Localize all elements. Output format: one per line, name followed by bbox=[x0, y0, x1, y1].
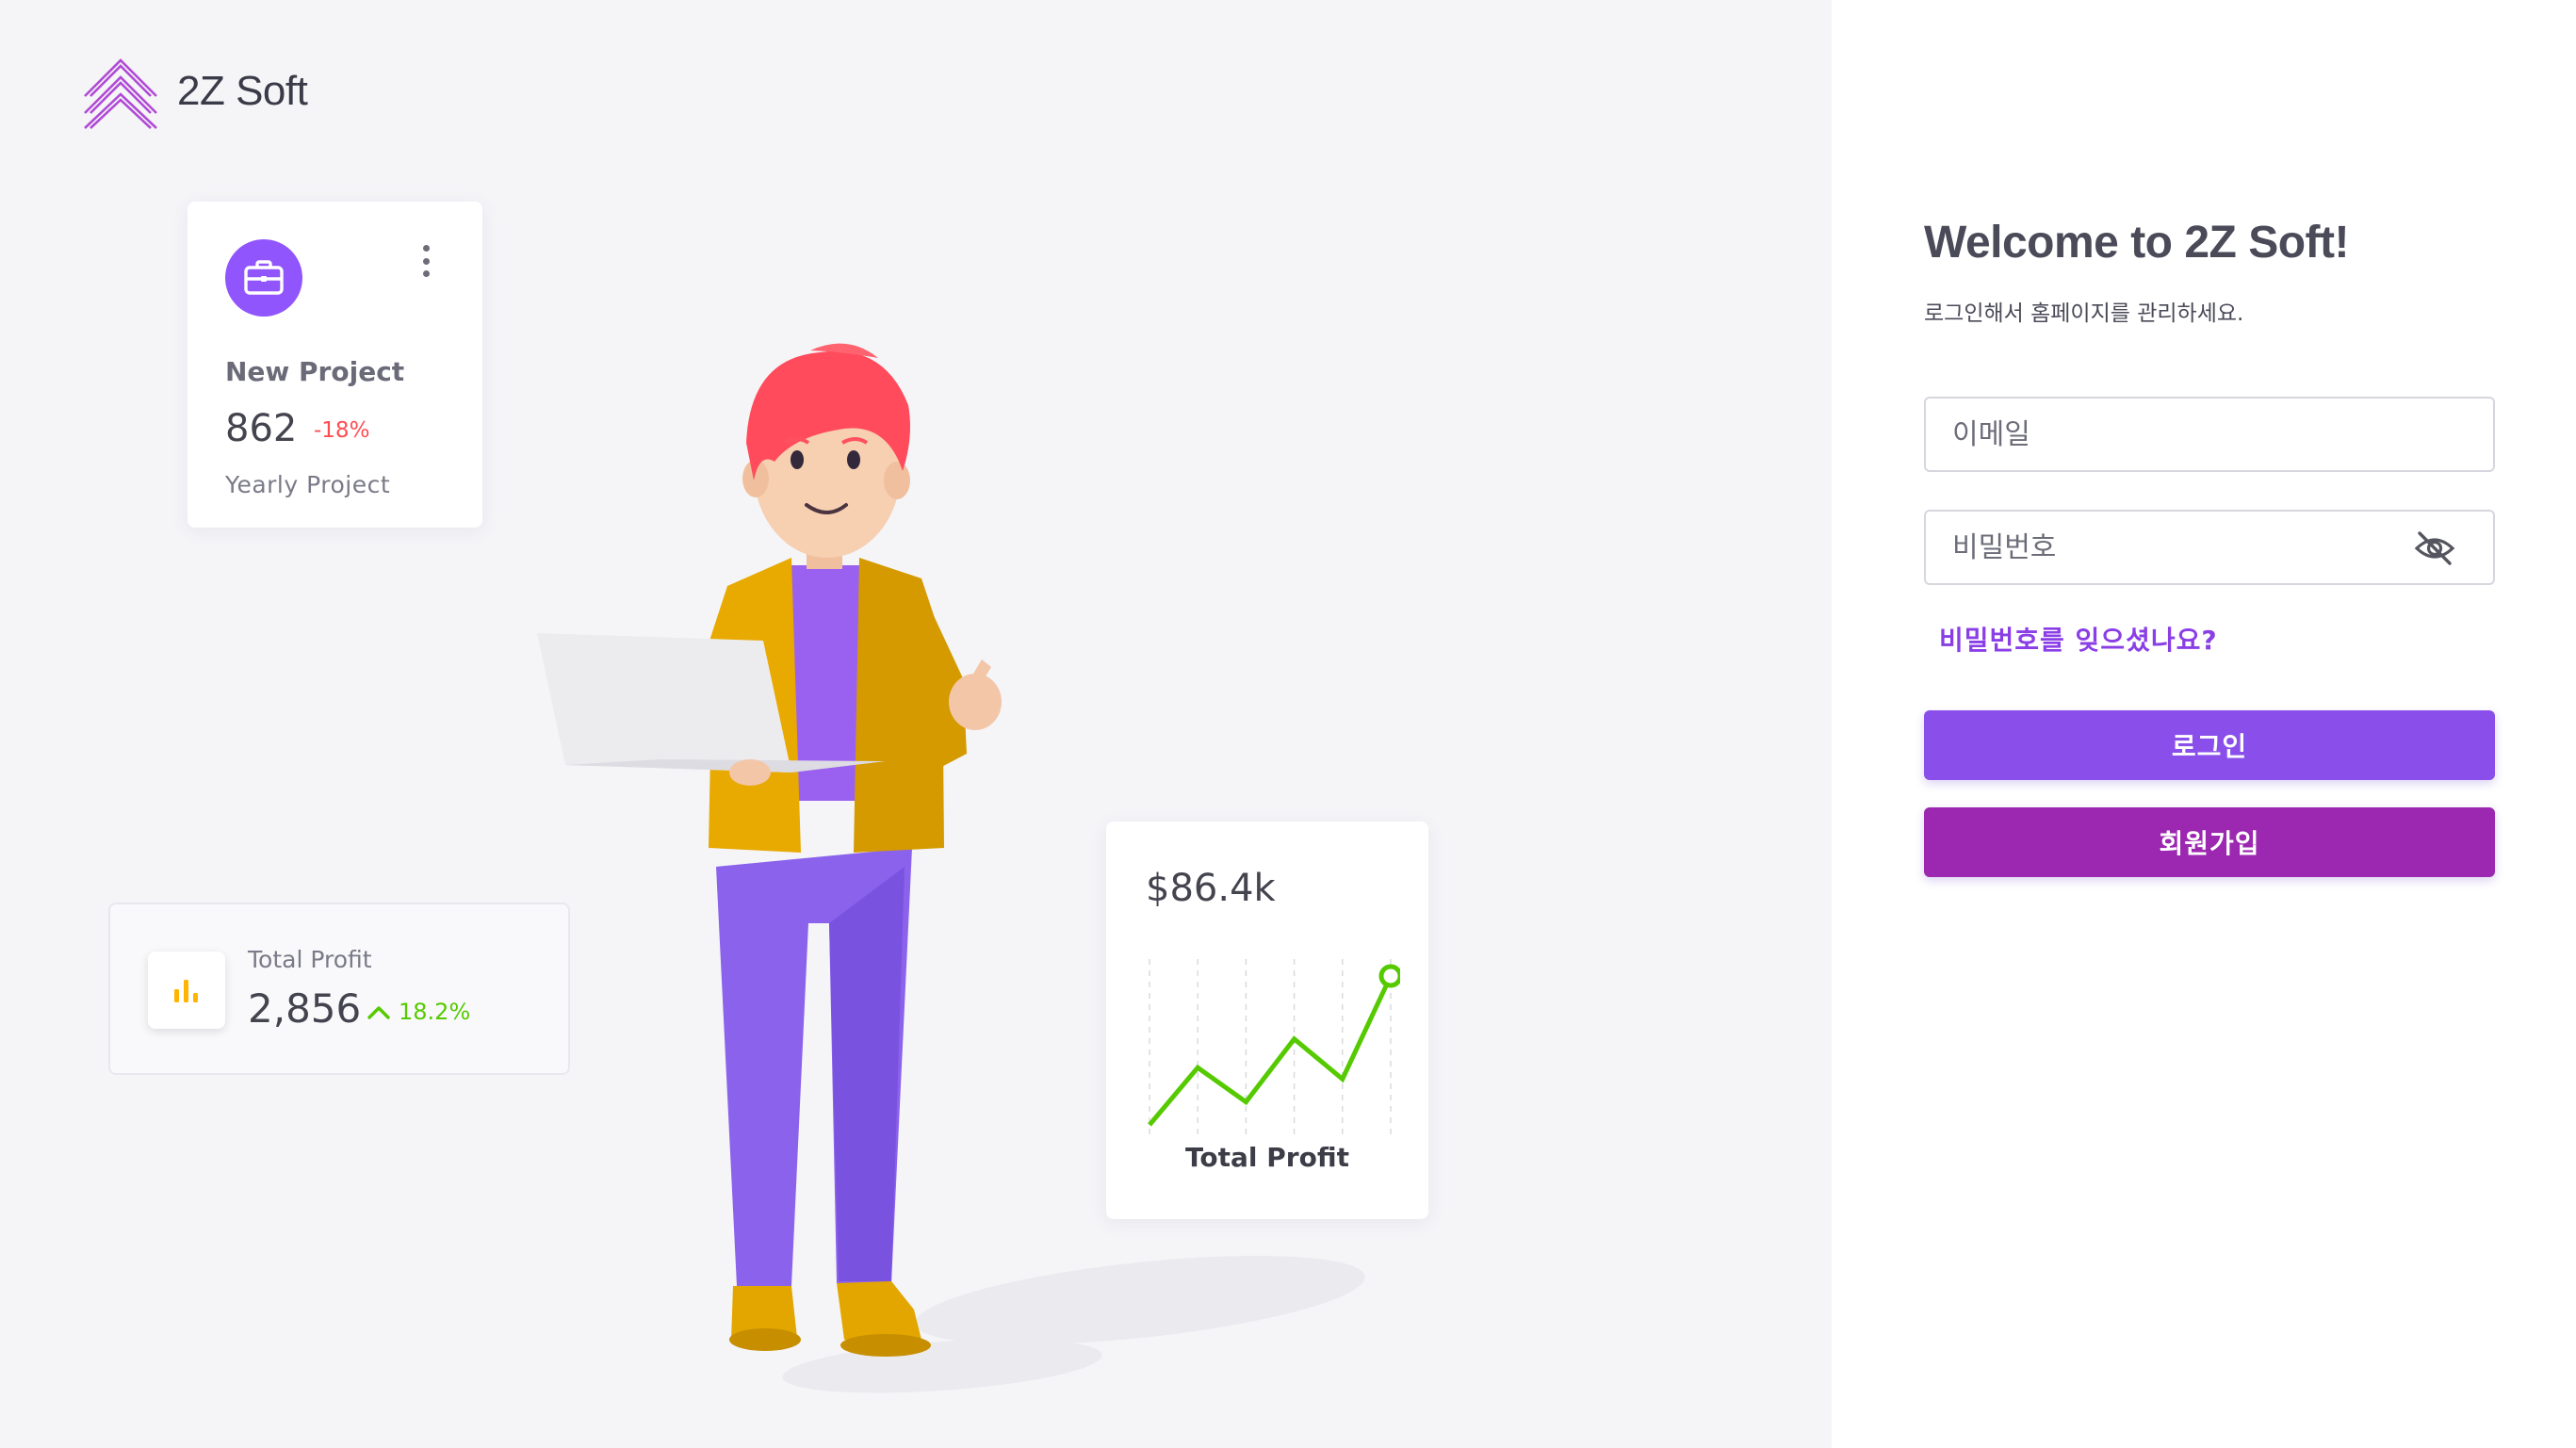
project-card-title: New Project bbox=[225, 356, 405, 387]
eye-off-icon[interactable] bbox=[2412, 529, 2457, 568]
total-profit-label: Total Profit bbox=[248, 946, 372, 973]
brand-name: 2Z Soft bbox=[177, 68, 308, 114]
total-profit-value: 2,856 bbox=[248, 985, 362, 1032]
email-field-wrapper bbox=[1924, 397, 2495, 472]
total-profit-stat-card: Total Profit 2,856 18.2% bbox=[108, 903, 570, 1075]
bar-chart-icon bbox=[148, 952, 225, 1029]
project-card-value: 862 bbox=[225, 407, 298, 450]
brand-logo[interactable]: 2Z Soft bbox=[81, 53, 308, 130]
password-field[interactable] bbox=[1926, 512, 2493, 583]
forgot-password-link[interactable]: 비밀번호를 잊으셨나요? bbox=[1939, 620, 2218, 658]
welcome-title: Welcome to 2Z Soft! bbox=[1924, 218, 2349, 268]
illustration-panel: 2Z Soft New Project 862 -18% Yearly Proj… bbox=[0, 0, 1832, 1448]
total-profit-delta: 18.2% bbox=[367, 999, 470, 1025]
briefcase-icon bbox=[225, 239, 302, 317]
more-options-icon[interactable] bbox=[420, 245, 432, 277]
email-field[interactable] bbox=[1926, 399, 2493, 470]
project-card-subtitle: Yearly Project bbox=[225, 471, 391, 498]
new-project-card: New Project 862 -18% Yearly Project bbox=[187, 202, 482, 528]
login-button[interactable]: 로그인 bbox=[1924, 710, 2495, 780]
password-field-wrapper bbox=[1924, 510, 2495, 585]
character-illustration bbox=[537, 343, 1365, 1393]
signup-button[interactable]: 회원가입 bbox=[1924, 807, 2495, 877]
project-card-delta: -18% bbox=[314, 418, 370, 443]
total-profit-delta-value: 18.2% bbox=[399, 999, 471, 1025]
login-panel: Welcome to 2Z Soft! 로그인해서 홈페이지를 관리하세요. 비… bbox=[1832, 0, 2576, 1448]
chevron-up-icon bbox=[367, 1006, 390, 1019]
chevrons-logo-icon bbox=[84, 58, 157, 129]
welcome-subtitle: 로그인해서 홈페이지를 관리하세요. bbox=[1924, 301, 2244, 326]
